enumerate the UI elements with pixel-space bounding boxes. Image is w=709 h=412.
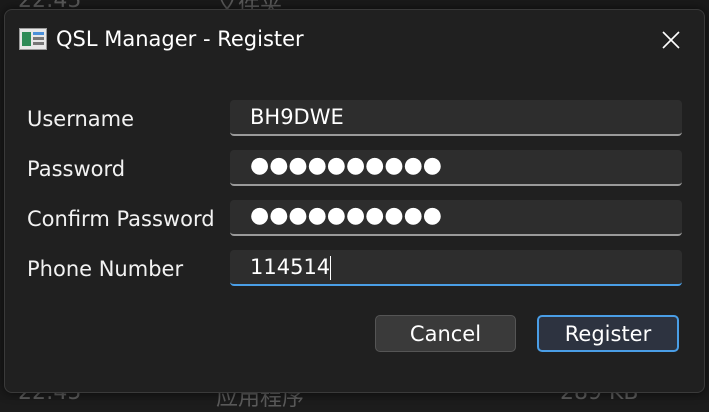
close-icon	[662, 31, 680, 49]
username-field[interactable]: BH9DWE	[230, 100, 682, 136]
phone-number-value: 114514	[250, 255, 331, 279]
cancel-button[interactable]: Cancel	[375, 315, 516, 352]
qsl-manager-app-icon	[19, 28, 47, 50]
password-value: ●●●●●●●●●●	[250, 153, 442, 178]
confirm-password-value: ●●●●●●●●●●	[250, 203, 442, 228]
password-label: Password	[27, 157, 126, 181]
text-caret	[330, 256, 331, 280]
username-label: Username	[27, 107, 135, 131]
phone-number-label: Phone Number	[27, 257, 184, 281]
phone-number-field[interactable]: 114514	[230, 250, 682, 286]
dialog-title: QSL Manager - Register	[56, 27, 304, 51]
confirm-password-label: Confirm Password	[27, 207, 215, 231]
title-bar[interactable]: QSL Manager - Register	[5, 10, 704, 70]
register-dialog: QSL Manager - Register Username BH9DWE P…	[4, 9, 705, 393]
username-value: BH9DWE	[250, 105, 344, 129]
confirm-password-field[interactable]: ●●●●●●●●●●	[230, 200, 682, 236]
password-field[interactable]: ●●●●●●●●●●	[230, 150, 682, 186]
register-button[interactable]: Register	[537, 315, 679, 352]
close-button[interactable]	[649, 22, 693, 58]
